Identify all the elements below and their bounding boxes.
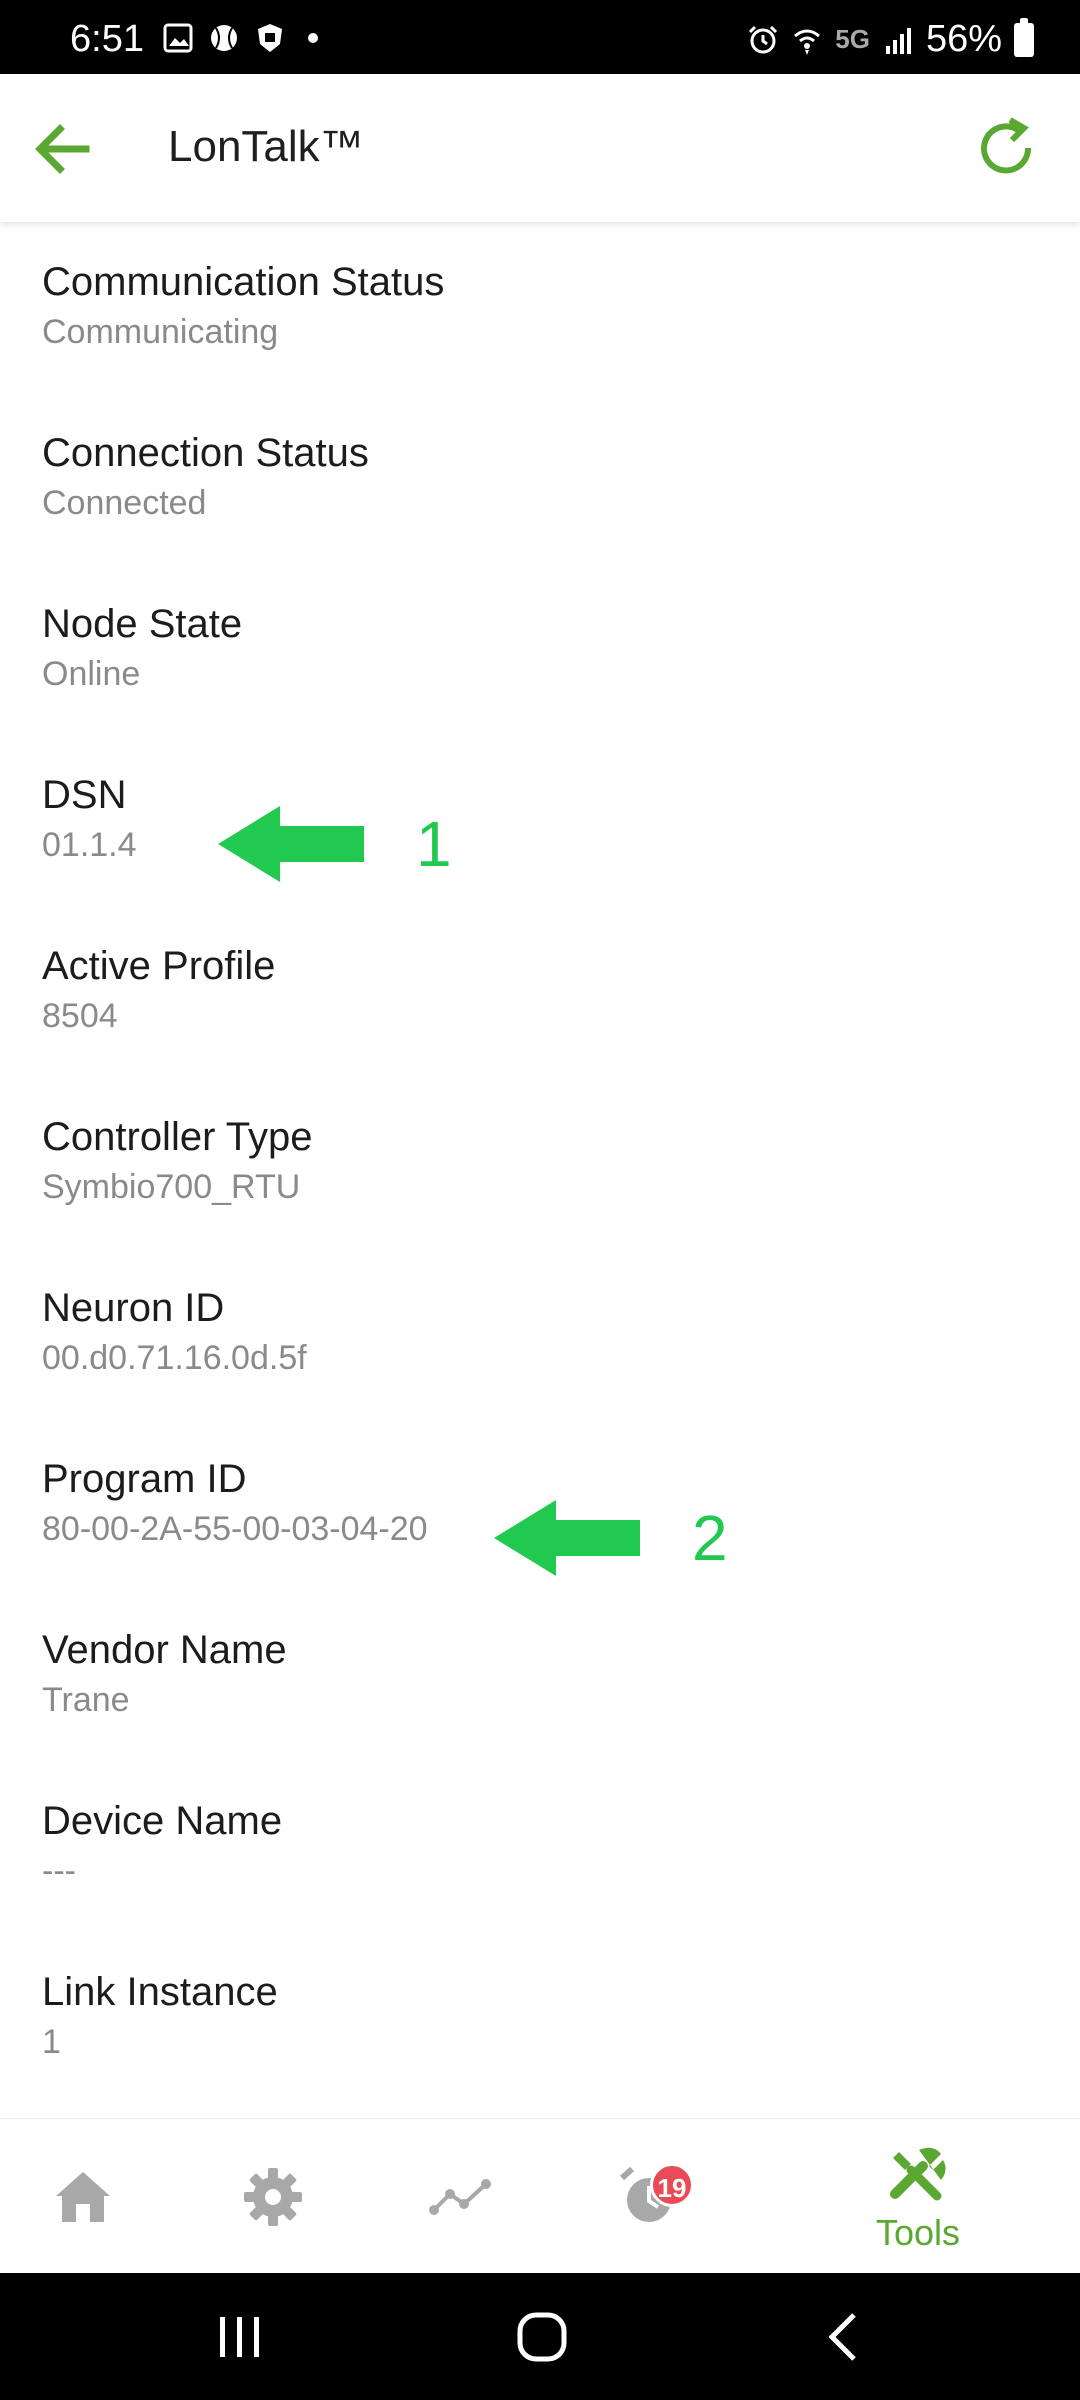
battery-percent: 56% bbox=[925, 18, 1002, 60]
system-navigation-bar bbox=[0, 2273, 1080, 2400]
app-bar: LonTalk™ bbox=[0, 74, 1080, 222]
list-item-dsn: DSN 01.1.4 bbox=[0, 735, 1080, 906]
nav-alarms[interactable]: 19 bbox=[606, 2119, 694, 2274]
tools-icon bbox=[890, 2147, 946, 2200]
list-item-active-profile: Active Profile 8504 bbox=[0, 906, 1080, 1077]
page-title: LonTalk™ bbox=[168, 122, 364, 171]
item-value: Trane bbox=[42, 1681, 130, 1719]
annotation-number: 1 bbox=[416, 808, 452, 880]
home-icon bbox=[56, 2171, 110, 2222]
left-arrow-icon bbox=[218, 806, 364, 882]
nav-tools[interactable]: Tools bbox=[860, 2119, 976, 2274]
item-value: Symbio700_RTU bbox=[42, 1168, 301, 1206]
gear-icon bbox=[244, 2167, 302, 2226]
status-bar: 6:51 5G 56% bbox=[0, 0, 1080, 74]
item-label: Device Name bbox=[42, 1799, 283, 1843]
alarm-count-badge: 19 bbox=[650, 2163, 694, 2207]
item-label: Active Profile bbox=[42, 944, 276, 988]
item-label: Neuron ID bbox=[42, 1286, 225, 1330]
more-notifications-dot bbox=[308, 33, 318, 43]
recent-apps-icon[interactable] bbox=[210, 2307, 270, 2367]
battery-icon bbox=[1014, 17, 1034, 57]
gallery-icon bbox=[163, 23, 193, 53]
item-label: Controller Type bbox=[42, 1115, 313, 1159]
refresh-icon[interactable] bbox=[968, 110, 1044, 186]
item-value: Communicating bbox=[42, 313, 279, 351]
list-item-neuron-id: Neuron ID 00.d0.71.16.0d.5f bbox=[0, 1248, 1080, 1419]
list-item-controller-type: Controller Type Symbio700_RTU bbox=[0, 1077, 1080, 1248]
item-label: Communication Status bbox=[42, 260, 445, 304]
item-value: 01.1.4 bbox=[42, 826, 137, 864]
item-value: 8504 bbox=[42, 997, 118, 1035]
status-time: 6:51 bbox=[70, 18, 144, 60]
network-type: 5G bbox=[835, 24, 870, 54]
list-item-node-state: Node State Online bbox=[0, 564, 1080, 735]
nav-trends[interactable] bbox=[418, 2119, 504, 2274]
item-label: Connection Status bbox=[42, 431, 369, 475]
nav-settings[interactable] bbox=[230, 2119, 316, 2274]
notification-icons bbox=[162, 22, 318, 54]
annotation-1: 1 bbox=[218, 806, 452, 882]
item-value: Online bbox=[42, 655, 141, 693]
wifi-calling-icon bbox=[794, 29, 821, 55]
properties-list: Communication Status Communicating Conne… bbox=[0, 222, 1080, 2103]
list-item-device-name: Device Name --- bbox=[0, 1761, 1080, 1932]
system-status-icons: 5G 56% bbox=[747, 17, 1034, 61]
bottom-navigation: 19 Tools bbox=[0, 2118, 1080, 2273]
back-arrow-icon[interactable] bbox=[28, 114, 98, 184]
trend-line-icon bbox=[429, 2178, 491, 2215]
item-value: --- bbox=[42, 1852, 76, 1890]
nav-tools-label: Tools bbox=[875, 2211, 961, 2253]
item-value: 1 bbox=[42, 2023, 61, 2061]
item-label: Vendor Name bbox=[42, 1628, 287, 1672]
list-item-connection-status: Connection Status Connected bbox=[0, 393, 1080, 564]
list-item-vendor-name: Vendor Name Trane bbox=[0, 1590, 1080, 1761]
item-label: Link Instance bbox=[42, 1970, 278, 2014]
back-button-icon[interactable] bbox=[814, 2307, 874, 2367]
item-value: 00.d0.71.16.0d.5f bbox=[42, 1339, 307, 1377]
item-label: Node State bbox=[42, 602, 243, 646]
left-arrow-icon bbox=[494, 1500, 640, 1576]
nav-home[interactable] bbox=[40, 2119, 126, 2274]
list-item-link-instance: Link Instance 1 bbox=[0, 1932, 1080, 2103]
annotation-2: 2 bbox=[494, 1500, 728, 1576]
home-button-icon[interactable] bbox=[512, 2307, 572, 2367]
item-value: Connected bbox=[42, 484, 207, 522]
baseball-icon bbox=[211, 25, 237, 51]
item-label: DSN bbox=[42, 773, 127, 817]
item-label: Program ID bbox=[42, 1457, 247, 1501]
alarm-clock-icon bbox=[749, 25, 778, 53]
annotation-number: 2 bbox=[692, 1502, 728, 1574]
signal-icon bbox=[885, 27, 911, 54]
hockey-league-icon bbox=[258, 24, 282, 52]
list-item-communication-status: Communication Status Communicating bbox=[0, 222, 1080, 393]
